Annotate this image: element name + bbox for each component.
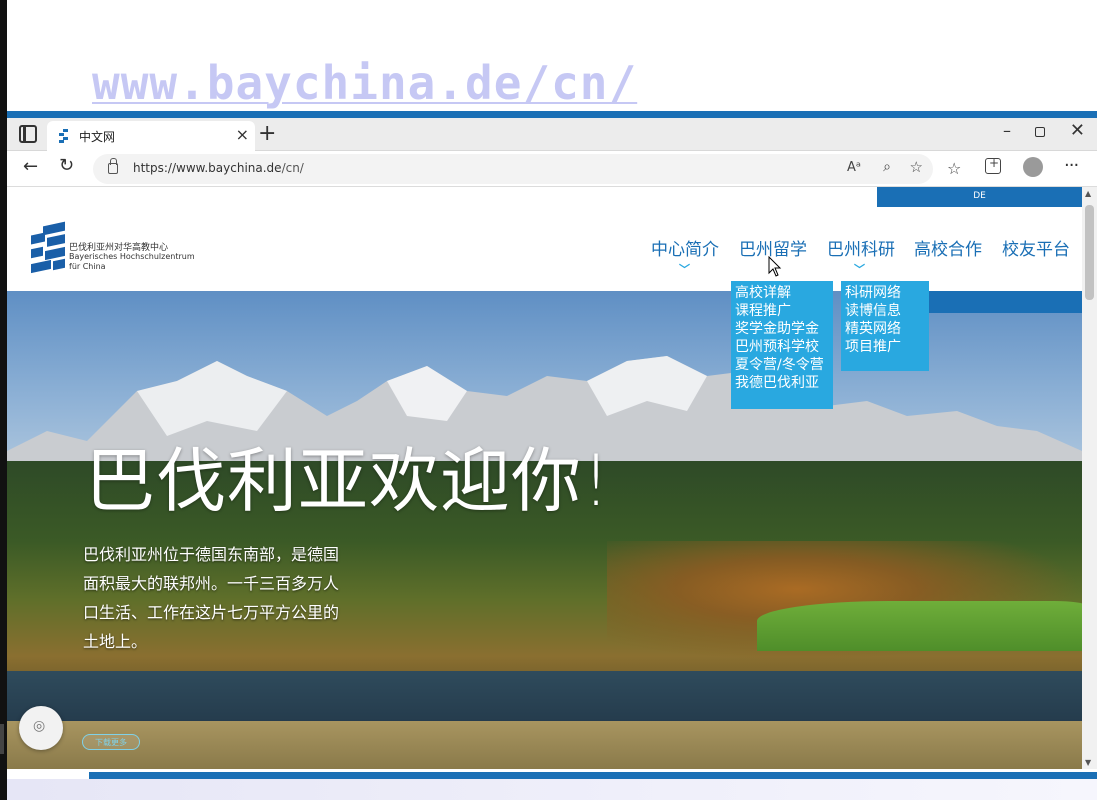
more-menu-icon[interactable]: ··· <box>1064 155 1079 176</box>
menu-item-elite-network[interactable]: 精英网络 <box>845 320 925 338</box>
chevron-down-icon: ﹀ <box>679 263 690 276</box>
menu-item-prep-school[interactable]: 巴州预科学校 <box>735 338 829 356</box>
favorites-icon[interactable]: ☆ <box>947 159 961 178</box>
nav-item-research[interactable]: 巴州科研 <box>827 235 895 260</box>
hero-shore <box>7 721 1082 769</box>
floating-action-button[interactable]: ◎ <box>19 706 63 750</box>
tab-close-icon[interactable]: × <box>236 125 249 145</box>
menu-item-research-network[interactable]: 科研网络 <box>845 284 925 302</box>
bottom-fade-strip <box>7 779 1097 800</box>
tab-title: 中文网 <box>79 130 116 144</box>
chevron-down-icon: ﹀ <box>854 263 865 276</box>
menu-item-camps[interactable]: 夏令营/冬令营 <box>735 356 829 374</box>
hero-meadow <box>757 601 1082 651</box>
site-favicon-icon <box>58 129 70 143</box>
menu-item-phd-info[interactable]: 读博信息 <box>845 302 925 320</box>
language-bar: DE <box>877 187 1082 207</box>
close-window-button[interactable]: ✕ <box>1070 120 1085 141</box>
top-blue-bar <box>7 111 1097 118</box>
menu-item-universities[interactable]: 高校详解 <box>735 284 829 302</box>
logo-mark-icon <box>31 221 67 278</box>
profile-avatar[interactable] <box>1023 157 1043 177</box>
scrollbar-thumb[interactable] <box>1085 205 1094 300</box>
reload-icon[interactable]: ↻ <box>59 155 74 176</box>
minimize-button[interactable]: – <box>1003 121 1011 140</box>
overlay-url-caption: www.baychina.de/cn/ <box>92 56 638 110</box>
maximize-button[interactable] <box>1035 127 1045 137</box>
url-field[interactable]: https://www.baychina.de/cn/ Aᵃ ⌕ ☆ <box>93 154 933 184</box>
new-tab-button[interactable]: + <box>258 120 276 148</box>
browser-tab[interactable]: 中文网 × <box>47 121 255 151</box>
download-more-pill[interactable]: 下载更多 <box>82 734 140 750</box>
nav-item-cooperation[interactable]: 高校合作 <box>914 235 982 260</box>
read-aloud-icon[interactable]: Aᵃ <box>847 160 861 175</box>
scroll-up-arrow-icon[interactable]: ▲ <box>1085 189 1091 198</box>
zoom-icon[interactable]: ⌕ <box>883 159 891 175</box>
page-scrollbar[interactable]: ▲ ▼ <box>1082 187 1097 769</box>
study-dropdown-menu: 高校详解 课程推广 奖学金助学金 巴州预科学校 夏令营/冬令营 我德巴伐利亚 <box>731 281 833 409</box>
menu-item-my-bavaria[interactable]: 我德巴伐利亚 <box>735 374 829 392</box>
back-arrow-icon[interactable]: ← <box>23 156 38 177</box>
mouse-cursor-icon <box>768 256 782 277</box>
collections-icon[interactable] <box>985 156 1001 174</box>
lock-icon[interactable] <box>108 158 118 174</box>
url-host: https://www.baychina.de <box>133 161 282 175</box>
url-path: /cn/ <box>281 161 304 175</box>
hero-title: 巴伐利亚欢迎你! <box>85 440 612 522</box>
url-text: https://www.baychina.de/cn/ <box>133 161 304 175</box>
menu-item-project-promotion[interactable]: 项目推广 <box>845 338 925 356</box>
fingerprint-icon: ◎ <box>33 718 46 734</box>
menu-item-courses[interactable]: 课程推广 <box>735 302 829 320</box>
left-edge-marker <box>0 724 4 754</box>
logo-german-name-line2: für China <box>69 262 106 271</box>
nav-item-about[interactable]: 中心简介 <box>651 235 719 260</box>
bottom-blue-bar <box>89 772 1097 779</box>
tab-actions-icon[interactable] <box>19 125 37 143</box>
research-dropdown-menu: 科研网络 读博信息 精英网络 项目推广 <box>841 281 929 371</box>
logo-german-name-line1: Bayerisches Hochschulzentrum <box>69 252 195 261</box>
add-favorite-icon[interactable]: ☆ <box>910 158 923 176</box>
language-switch-de[interactable]: DE <box>877 191 1082 201</box>
site-logo[interactable]: 巴伐利亚州对华高教中心 Bayerisches Hochschulzentrum… <box>31 221 201 280</box>
browser-tab-bar: 中文网 × + – ✕ <box>7 118 1097 151</box>
browser-address-bar: ← ↻ https://www.baychina.de/cn/ Aᵃ ⌕ ☆ ☆… <box>7 151 1097 187</box>
pill-label: 下载更多 <box>95 738 127 747</box>
hero-description: 巴伐利亚州位于德国东南部，是德国面积最大的联邦州。一千三百多万人口生活、工作在这… <box>83 545 340 651</box>
scroll-down-arrow-icon[interactable]: ▼ <box>1085 758 1091 767</box>
nav-item-alumni[interactable]: 校友平台 <box>1002 235 1070 260</box>
menu-item-scholarships[interactable]: 奖学金助学金 <box>735 320 829 338</box>
website-viewport: DE 巴伐利亚州对华高教中心 Bayerisches Hochschulzent… <box>7 187 1082 769</box>
